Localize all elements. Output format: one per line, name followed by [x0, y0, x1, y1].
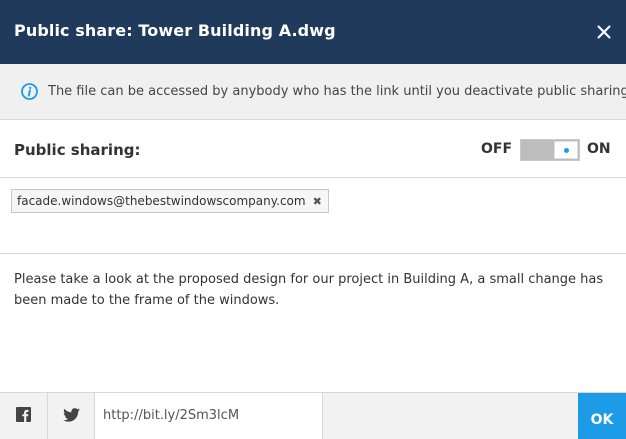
ok-button[interactable]: OK [578, 393, 626, 439]
public-sharing-toggle[interactable] [520, 139, 580, 161]
dialog-title: Public share: Tower Building A.dwg [14, 21, 336, 40]
toggle-indicator-dot [564, 148, 569, 153]
recipients-field[interactable]: facade.windows@thebestwindowscompany.com… [0, 178, 626, 254]
dialog-titlebar: Public share: Tower Building A.dwg [0, 0, 626, 64]
toggle-knob [554, 141, 578, 159]
recipient-email: facade.windows@thebestwindowscompany.com [17, 194, 306, 208]
message-text: Please take a look at the proposed desig… [14, 272, 604, 308]
facebook-share-button[interactable] [0, 393, 48, 439]
info-banner: The file can be accessed by anybody who … [0, 64, 626, 120]
recipient-chip: facade.windows@thebestwindowscompany.com… [11, 189, 329, 213]
twitter-icon [62, 407, 80, 426]
toggle-on-label: ON [587, 141, 611, 157]
public-sharing-row: Public sharing: OFF ON [0, 120, 626, 178]
share-link-field[interactable]: http://bit.ly/2Sm3lcM [95, 393, 323, 439]
close-icon[interactable] [590, 18, 618, 46]
remove-recipient-icon[interactable]: ✖ [313, 195, 322, 208]
facebook-icon [16, 406, 31, 426]
toggle-off-label: OFF [481, 141, 513, 157]
public-sharing-label: Public sharing: [14, 141, 141, 159]
info-icon [21, 83, 38, 100]
twitter-share-button[interactable] [48, 393, 95, 439]
message-field[interactable]: Please take a look at the proposed desig… [0, 254, 626, 392]
dialog-footer: http://bit.ly/2Sm3lcM OK [0, 392, 626, 439]
info-text: The file can be accessed by anybody who … [48, 84, 626, 99]
public-share-dialog: Public share: Tower Building A.dwg The f… [0, 0, 626, 439]
